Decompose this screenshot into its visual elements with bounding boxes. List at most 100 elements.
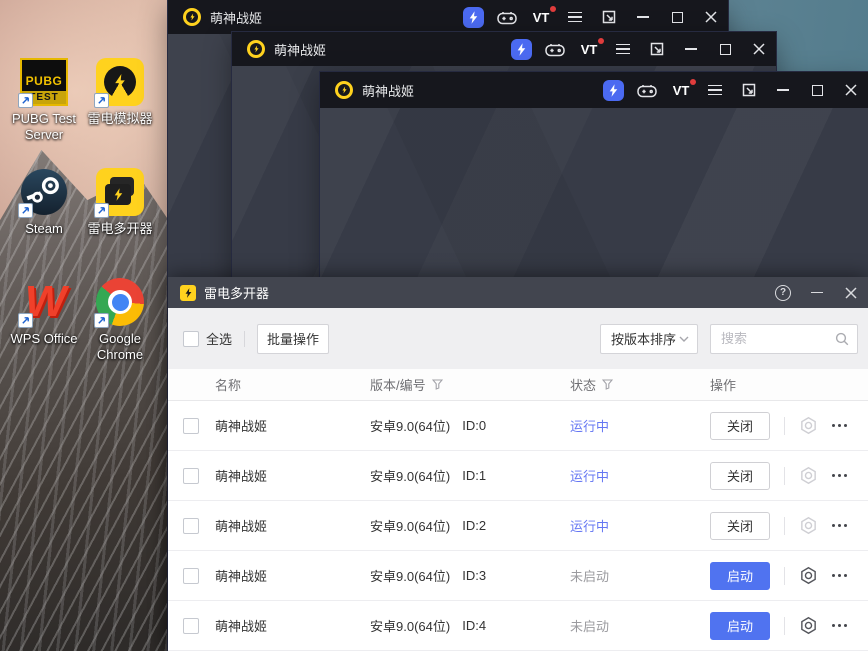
instance-row: 萌神战姬 安卓9.0(64位) ID:0 运行中 关闭 (168, 401, 868, 451)
instance-name: 萌神战姬 (215, 419, 268, 434)
maximize-icon[interactable] (708, 32, 742, 66)
close-icon[interactable] (694, 0, 728, 34)
status-badge: 未启动 (570, 569, 610, 584)
stop-button[interactable]: 关闭 (710, 411, 770, 440)
minimize-icon[interactable] (626, 0, 660, 34)
popout-icon[interactable] (592, 0, 626, 34)
window-title: 萌神战姬 (210, 10, 263, 26)
ld-multiplayer-icon (94, 168, 144, 218)
select-all-checkbox[interactable] (183, 330, 199, 347)
manager-toolbar: 全选 批量操作 按版本排序 (168, 308, 868, 369)
boost-icon[interactable] (596, 72, 630, 108)
instance-id: ID:1 (462, 468, 487, 483)
desktop-icon-ld-multiplayer[interactable]: 雷电多开器 (78, 168, 162, 237)
maximize-icon[interactable] (660, 0, 694, 34)
search-box[interactable] (710, 323, 858, 354)
instance-version: 安卓9.0(64位) (370, 519, 451, 534)
settings-gear-icon[interactable] (799, 616, 818, 635)
row-divider (784, 566, 785, 585)
popout-icon[interactable] (640, 32, 674, 66)
close-icon[interactable] (742, 32, 776, 66)
desktop-icon-label: 雷电多开器 (87, 221, 153, 236)
row-checkbox[interactable] (183, 517, 199, 534)
desktop-icon-steam[interactable]: Steam (2, 168, 86, 237)
row-checkbox[interactable] (183, 417, 199, 434)
settings-gear-icon[interactable] (799, 566, 818, 585)
instance-name: 萌神战姬 (215, 519, 268, 534)
more-options-icon[interactable] (832, 424, 847, 427)
minimize-icon[interactable] (766, 72, 800, 108)
row-divider (784, 516, 785, 535)
desktop-icon-ldplayer[interactable]: 雷电模拟器 (78, 58, 162, 127)
multi-instance-manager-window: 雷电多开器 ? 全选 批量操作 按版本排序 名称 版本/编号 (168, 277, 868, 651)
gamepad-icon[interactable] (538, 32, 572, 66)
vt-indicator[interactable]: VT (572, 32, 606, 66)
sort-select-value: 按版本排序 (611, 332, 677, 347)
search-input[interactable] (721, 331, 835, 346)
popout-icon[interactable] (732, 72, 766, 108)
boost-icon[interactable] (504, 32, 538, 66)
more-options-icon[interactable] (832, 624, 847, 627)
status-badge: 未启动 (570, 619, 610, 634)
pubg-icon-wordmark: PUBG (25, 74, 63, 88)
emulator-titlebar: 萌神战姬 VT (168, 0, 728, 34)
select-all-label: 全选 (206, 332, 233, 347)
row-divider (784, 416, 785, 435)
instance-id: ID:4 (462, 618, 487, 633)
instance-version: 安卓9.0(64位) (370, 419, 451, 434)
row-checkbox[interactable] (183, 617, 199, 634)
stop-button[interactable]: 关闭 (710, 511, 770, 540)
gamepad-icon[interactable] (630, 72, 664, 108)
close-icon[interactable] (834, 72, 868, 108)
vt-indicator[interactable]: VT (664, 72, 698, 108)
more-options-icon[interactable] (832, 574, 847, 577)
instance-id: ID:2 (462, 518, 487, 533)
vt-indicator[interactable]: VT (524, 0, 558, 34)
filter-icon[interactable] (431, 379, 443, 390)
header-name: 名称 (215, 378, 242, 393)
row-divider (784, 616, 785, 635)
instance-row: 萌神战姬 安卓9.0(64位) ID:2 运行中 关闭 (168, 501, 868, 551)
more-options-icon[interactable] (832, 524, 847, 527)
settings-gear-icon[interactable] (799, 416, 818, 435)
desktop-icon-label: WPS Office (10, 331, 78, 346)
filter-icon[interactable] (602, 379, 614, 390)
toolbar-divider (244, 330, 246, 347)
desktop-icon-label: 雷电模拟器 (87, 111, 153, 126)
help-icon[interactable]: ? (766, 277, 800, 308)
settings-gear-icon[interactable] (799, 466, 818, 485)
pubg-test-server-icon: PUBG TEST (18, 58, 68, 108)
desktop-icon-wps-office[interactable]: W WPS Office (2, 278, 86, 347)
stop-button[interactable]: 关闭 (710, 461, 770, 490)
settings-gear-icon[interactable] (799, 516, 818, 535)
menu-icon[interactable] (558, 0, 592, 34)
desktop-icon-label: Google Chrome (96, 331, 144, 363)
ldplayer-logo-icon (183, 8, 201, 26)
minimize-icon[interactable] (674, 32, 708, 66)
close-icon[interactable] (834, 277, 868, 308)
instance-row: 萌神战姬 安卓9.0(64位) ID:4 未启动 启动 (168, 601, 868, 651)
desktop-icon-pubg-test-server[interactable]: PUBG TEST PUBG Test Server (2, 58, 86, 144)
emulator-titlebar: 萌神战姬 VT (232, 32, 776, 66)
instance-version: 安卓9.0(64位) (370, 619, 451, 634)
gamepad-icon[interactable] (490, 0, 524, 34)
ldplayer-logo-icon (247, 40, 265, 58)
more-options-icon[interactable] (832, 474, 847, 477)
menu-icon[interactable] (698, 72, 732, 108)
row-checkbox[interactable] (183, 567, 199, 584)
desktop-icon-google-chrome[interactable]: Google Chrome (78, 278, 162, 364)
status-badge: 运行中 (570, 469, 610, 484)
menu-icon[interactable] (606, 32, 640, 66)
desktop-icon-area: PUBG TEST PUBG Test Server 雷电模拟器 Steam 雷… (0, 0, 168, 651)
minimize-icon[interactable] (800, 277, 834, 308)
start-button[interactable]: 启动 (710, 611, 770, 640)
manager-window-title: 雷电多开器 (204, 286, 270, 301)
boost-icon[interactable] (456, 0, 490, 34)
maximize-icon[interactable] (800, 72, 834, 108)
sort-select[interactable]: 按版本排序 (600, 323, 698, 354)
row-checkbox[interactable] (183, 467, 199, 484)
instance-name: 萌神战姬 (215, 619, 268, 634)
start-button[interactable]: 启动 (710, 561, 770, 590)
instance-version: 安卓9.0(64位) (370, 469, 451, 484)
batch-operations-button[interactable]: 批量操作 (257, 323, 330, 354)
